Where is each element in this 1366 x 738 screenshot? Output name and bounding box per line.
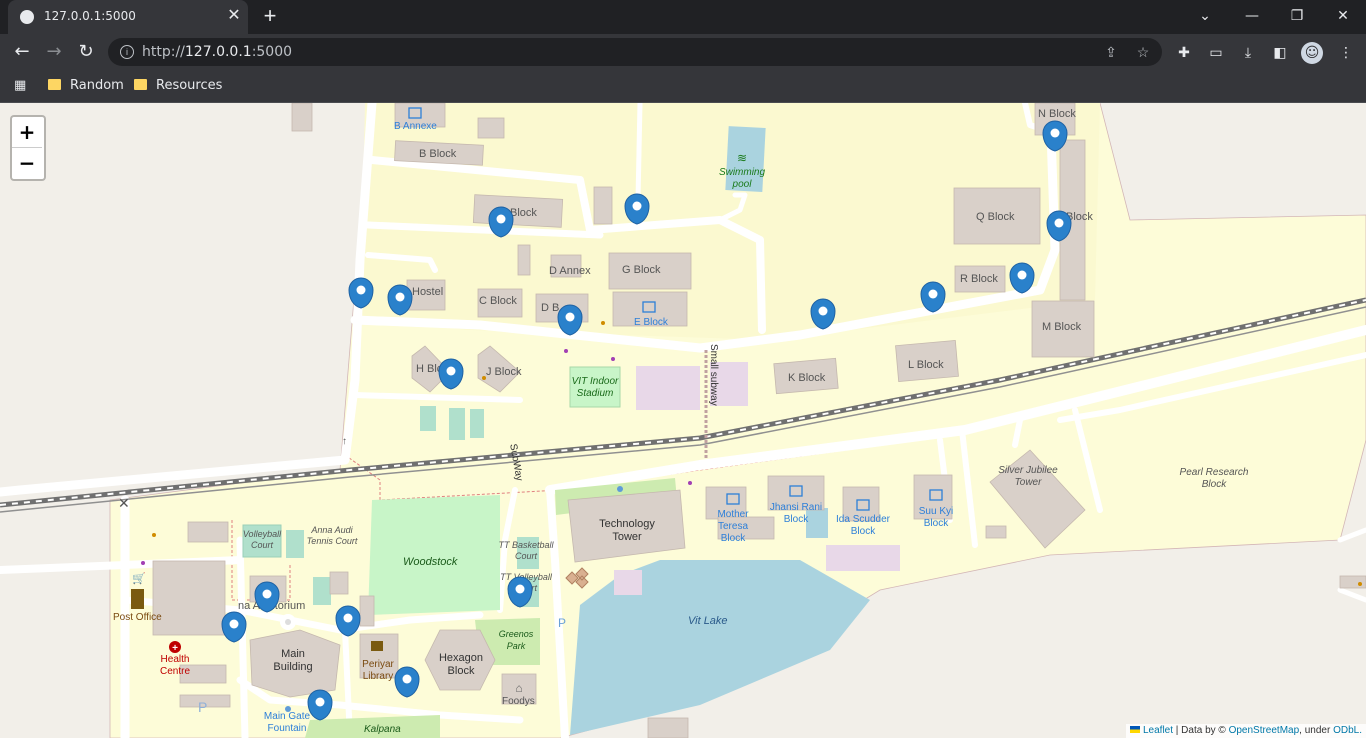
map-marker-icon[interactable]: [387, 284, 413, 316]
menu-icon[interactable]: ⋮: [1335, 42, 1357, 64]
map-marker-icon[interactable]: [254, 581, 280, 613]
toolbar: ← → ↻ i http://127.0.0.1:5000 ⇪ ☆ ✚ ▭ ⤓ …: [0, 34, 1366, 70]
tab-close-button[interactable]: ✕: [224, 6, 244, 26]
map-marker-icon[interactable]: [1042, 120, 1068, 152]
map-marker-icon[interactable]: [394, 666, 420, 698]
zoom-out-button[interactable]: −: [12, 148, 42, 178]
odbl-link[interactable]: ODbL.: [1333, 725, 1362, 736]
star-icon[interactable]: ☆: [1134, 43, 1152, 61]
minimize-button[interactable]: —: [1237, 6, 1267, 26]
bookmark-resources[interactable]: Resources: [134, 77, 222, 95]
new-tab-button[interactable]: +: [258, 4, 282, 28]
download-icon[interactable]: ⤓: [1237, 42, 1259, 64]
extensions-icon[interactable]: ✚: [1173, 42, 1195, 64]
folder-icon: [48, 79, 61, 90]
map-marker-icon[interactable]: [557, 304, 583, 336]
attribution-text: | Data by ©: [1173, 725, 1229, 736]
map-marker-icon[interactable]: [507, 576, 533, 608]
bookmarks-bar: ▦ Random Resources: [0, 70, 1366, 103]
ukraine-flag-icon: [1129, 726, 1140, 733]
attribution: Leaflet | Data by © OpenStreetMap, under…: [1125, 724, 1366, 738]
folder-icon: [134, 79, 147, 90]
map-marker-icon[interactable]: [335, 605, 361, 637]
url-text[interactable]: http://127.0.0.1:5000: [142, 44, 292, 60]
tab-search-button[interactable]: ⌄: [1190, 6, 1220, 26]
map-marker-icon[interactable]: [1046, 210, 1072, 242]
info-icon[interactable]: i: [120, 45, 134, 59]
apps-icon[interactable]: ▦: [14, 77, 26, 95]
map-marker-icon[interactable]: [624, 193, 650, 225]
map-container[interactable]: + 🛒 ⌂ ≋ P P ↑ ✕ B Annexe B Block Swimmin…: [0, 103, 1366, 738]
cast-icon[interactable]: ▭: [1205, 42, 1227, 64]
profile-avatar[interactable]: ☺: [1301, 42, 1323, 64]
map-marker-icon[interactable]: [488, 206, 514, 238]
zoom-in-button[interactable]: +: [12, 117, 42, 148]
side-panel-icon[interactable]: ◧: [1269, 42, 1291, 64]
back-arrow-icon[interactable]: ←: [10, 40, 34, 64]
tab-strip: 127.0.0.1:5000 ✕ + ⌄ — ❐ ✕: [0, 0, 1366, 34]
marker-layer: [221, 120, 1072, 721]
close-window-button[interactable]: ✕: [1328, 6, 1358, 26]
map-marker-icon[interactable]: [810, 298, 836, 330]
map-marker-icon[interactable]: [221, 611, 247, 643]
map-marker-icon[interactable]: [1009, 262, 1035, 294]
tab-title: 127.0.0.1:5000: [44, 9, 136, 23]
address-bar[interactable]: i http://127.0.0.1:5000 ⇪ ☆: [108, 38, 1162, 66]
map-marker-icon[interactable]: [307, 689, 333, 721]
map-marker-icon[interactable]: [348, 277, 374, 309]
attribution-under: , under: [1299, 725, 1334, 736]
bookmark-random[interactable]: Random: [48, 77, 124, 95]
osm-link[interactable]: OpenStreetMap: [1229, 725, 1300, 736]
map-marker-icon[interactable]: [920, 281, 946, 313]
restore-button[interactable]: ❐: [1282, 6, 1312, 26]
share-icon[interactable]: ⇪: [1102, 43, 1120, 61]
reload-icon[interactable]: ↻: [74, 40, 98, 64]
map-marker-icon[interactable]: [438, 358, 464, 390]
forward-arrow-icon[interactable]: →: [42, 40, 66, 64]
globe-icon: [20, 10, 34, 24]
browser-tab[interactable]: 127.0.0.1:5000 ✕: [8, 0, 248, 34]
leaflet-link[interactable]: Leaflet: [1143, 725, 1173, 736]
zoom-control: + −: [10, 115, 46, 181]
